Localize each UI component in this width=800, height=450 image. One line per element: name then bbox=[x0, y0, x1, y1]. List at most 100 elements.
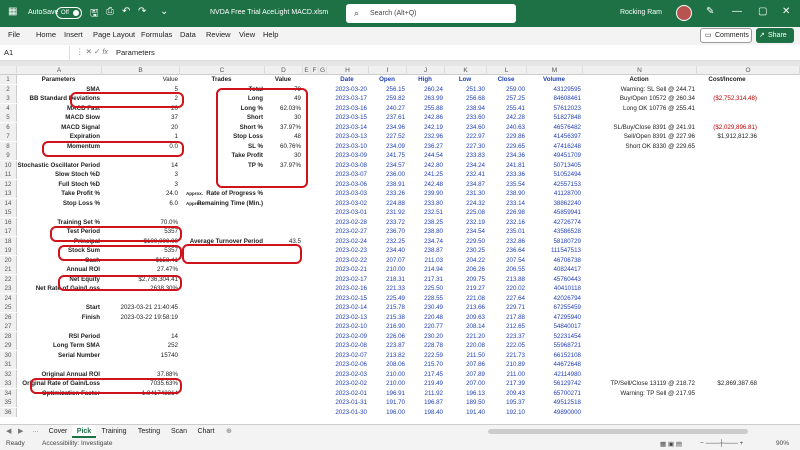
cell-n[interactable]: Sell/Open 8391 @ 227.96 bbox=[583, 132, 695, 141]
cell-a[interactable]: Original Rate of Gain/Loss bbox=[17, 379, 100, 388]
row-number[interactable]: 10 bbox=[0, 160, 17, 170]
cell-h[interactable]: 2023-02-08 bbox=[327, 341, 367, 350]
cell-h[interactable]: 2023-02-07 bbox=[327, 351, 367, 360]
cell-m[interactable]: 52231454 bbox=[527, 332, 581, 341]
formula-input[interactable]: Parameters bbox=[116, 48, 155, 57]
cell-c[interactable]: Short bbox=[180, 113, 263, 122]
cell-h[interactable]: 2023-03-07 bbox=[327, 170, 367, 179]
cell-k[interactable]: 211.50 bbox=[445, 351, 485, 360]
customize-quick-access-icon[interactable]: ⌄ bbox=[160, 6, 168, 17]
cell-i[interactable]: 259.82 bbox=[369, 94, 405, 103]
view-normal-icon[interactable]: ▦ ▣ ▤ bbox=[660, 440, 682, 448]
cell-o[interactable]: ($2,029,896.81) bbox=[697, 123, 757, 132]
menu-view[interactable]: View bbox=[239, 30, 255, 39]
cell-i[interactable]: 233.26 bbox=[369, 189, 405, 198]
cell-i[interactable]: 237.61 bbox=[369, 113, 405, 122]
row-number[interactable]: 25 bbox=[0, 303, 17, 313]
autosave-toggle[interactable]: Off bbox=[56, 7, 82, 19]
cell-a[interactable]: Full Stoch %D bbox=[17, 180, 100, 189]
cell-m[interactable]: 40410118 bbox=[527, 284, 581, 293]
cell-b[interactable]: 2023-03-22 19:58:19 bbox=[102, 313, 178, 322]
cell-k[interactable]: 234.60 bbox=[445, 123, 485, 132]
cell-d[interactable]: 37.97% bbox=[265, 161, 301, 170]
cell-a[interactable]: SMA bbox=[17, 85, 100, 94]
cell-k[interactable]: 234.24 bbox=[445, 161, 485, 170]
cell-m[interactable]: 42557153 bbox=[527, 180, 581, 189]
cell-k[interactable]: 232.41 bbox=[445, 170, 485, 179]
cell-k[interactable]: 207.89 bbox=[445, 370, 485, 379]
cell-h[interactable]: 2023-02-10 bbox=[327, 322, 367, 331]
cell-h[interactable]: 2023-02-14 bbox=[327, 303, 367, 312]
row-number[interactable]: 13 bbox=[0, 189, 17, 199]
sheet-tab-scan[interactable]: Scan bbox=[166, 425, 192, 438]
cell-k[interactable]: 196.13 bbox=[445, 389, 485, 398]
cell-a[interactable]: Take Profit % bbox=[17, 189, 100, 198]
cell-i[interactable]: 224.88 bbox=[369, 199, 405, 208]
cell-c[interactable]: Trades bbox=[180, 75, 263, 84]
cell-h[interactable]: 2023-03-17 bbox=[327, 94, 367, 103]
cell-j[interactable]: 220.77 bbox=[407, 322, 443, 331]
cell-c[interactable]: Take Profit bbox=[180, 151, 263, 160]
cell-l[interactable]: 192.10 bbox=[487, 408, 525, 417]
cell-j[interactable]: 230.20 bbox=[407, 332, 443, 341]
cell-i[interactable]: 196.00 bbox=[369, 408, 405, 417]
cell-o[interactable]: $1,912,812.36 bbox=[697, 132, 757, 141]
cell-m[interactable]: 54840017 bbox=[527, 322, 581, 331]
cell-a[interactable]: Net Equity bbox=[17, 275, 100, 284]
cell-j[interactable]: 236.27 bbox=[407, 142, 443, 151]
row-number[interactable]: 34 bbox=[0, 388, 17, 398]
cell-l[interactable]: 242.28 bbox=[487, 113, 525, 122]
cell-j[interactable]: 242.48 bbox=[407, 180, 443, 189]
cell-j[interactable]: 238.25 bbox=[407, 218, 443, 227]
cell-b[interactable]: 5357 bbox=[102, 246, 178, 255]
row-number[interactable]: 19 bbox=[0, 246, 17, 256]
cell-m[interactable]: 49512518 bbox=[527, 398, 581, 407]
cell-j[interactable]: 238.80 bbox=[407, 227, 443, 236]
cell-d[interactable]: Value bbox=[265, 75, 301, 84]
cell-k[interactable]: 231.30 bbox=[445, 189, 485, 198]
cell-d[interactable]: 49 bbox=[265, 94, 301, 103]
cell-k[interactable]: 207.00 bbox=[445, 379, 485, 388]
cell-i[interactable]: 215.38 bbox=[369, 313, 405, 322]
cell-m[interactable]: 51827848 bbox=[527, 113, 581, 122]
cell-d[interactable]: 30 bbox=[265, 113, 301, 122]
print-icon[interactable]: ⎙ bbox=[106, 6, 114, 17]
cell-i[interactable]: 233.72 bbox=[369, 218, 405, 227]
cell-m[interactable]: 65700271 bbox=[527, 389, 581, 398]
cell-l[interactable]: 233.14 bbox=[487, 199, 525, 208]
cell-j[interactable]: 214.94 bbox=[407, 265, 443, 274]
cell-a[interactable]: Long Term SMA bbox=[17, 341, 100, 350]
cell-l[interactable]: 257.25 bbox=[487, 94, 525, 103]
cell-h[interactable]: 2023-03-03 bbox=[327, 189, 367, 198]
cell-k[interactable]: 191.40 bbox=[445, 408, 485, 417]
cell-d[interactable]: 60.76% bbox=[265, 142, 301, 151]
cell-h[interactable]: 2023-03-20 bbox=[327, 85, 367, 94]
cell-m[interactable]: 41128700 bbox=[527, 189, 581, 198]
cell-k[interactable]: 234.54 bbox=[445, 227, 485, 236]
row-number[interactable]: 23 bbox=[0, 284, 17, 294]
cell-i[interactable]: 207.07 bbox=[369, 256, 405, 265]
cell-j[interactable]: 215.70 bbox=[407, 360, 443, 369]
cell-m[interactable]: 46576482 bbox=[527, 123, 581, 132]
cell-k[interactable]: 233.83 bbox=[445, 151, 485, 160]
fx-icon[interactable]: fx bbox=[102, 47, 108, 56]
cell-b[interactable]: 20 bbox=[102, 104, 178, 113]
sheet-tab-chart[interactable]: Chart bbox=[192, 425, 220, 438]
cell-b[interactable]: $100,000.00 bbox=[102, 237, 178, 246]
cell-j[interactable]: 241.25 bbox=[407, 170, 443, 179]
cell-m[interactable]: 66152108 bbox=[527, 351, 581, 360]
cell-b[interactable]: 20 bbox=[102, 123, 178, 132]
cell-j[interactable]: 232.96 bbox=[407, 132, 443, 141]
cell-b[interactable]: 5357 bbox=[102, 227, 178, 236]
row-number[interactable]: 28 bbox=[0, 331, 17, 341]
sheet-tab-training[interactable]: Training bbox=[96, 425, 132, 438]
cell-a[interactable]: Stop Loss % bbox=[17, 199, 100, 208]
cell-b[interactable]: 15740 bbox=[102, 351, 178, 360]
cell-d[interactable]: 79 bbox=[265, 85, 301, 94]
column-header[interactable]: N bbox=[583, 66, 697, 75]
cell-j[interactable]: 263.99 bbox=[407, 94, 443, 103]
cell-a[interactable]: Parameters bbox=[17, 75, 100, 84]
cell-j[interactable]: 196.87 bbox=[407, 398, 443, 407]
cell-b[interactable]: Value bbox=[102, 75, 178, 84]
cell-h[interactable]: 2023-03-01 bbox=[327, 208, 367, 217]
